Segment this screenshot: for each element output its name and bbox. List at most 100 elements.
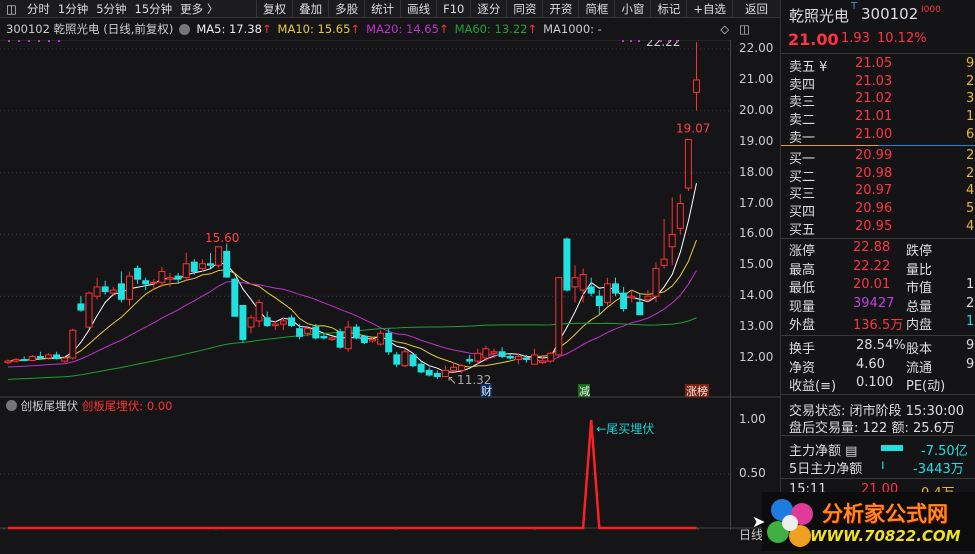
period-more[interactable]: 更多 〉 — [176, 1, 222, 17]
candle — [620, 292, 628, 310]
last-price: 21.00 — [788, 30, 839, 49]
price-tick: 20.00 — [739, 102, 774, 117]
kline-chart[interactable]: 22.2215.6019.07↖11.32财减涨榜←尾买埋伏2025年89101… — [0, 40, 780, 530]
candle — [636, 301, 644, 316]
five-day-flow-label: 5日主力净额 — [789, 462, 863, 477]
panel-icon[interactable]: ◫ — [739, 22, 750, 36]
divider — [781, 435, 975, 436]
bid-price: 20.95 — [855, 218, 893, 234]
diamond-icon[interactable]: ◇ — [720, 22, 729, 36]
per-minute-button[interactable]: 逐分 — [470, 0, 506, 18]
price-tick: 15.00 — [739, 257, 774, 272]
candle — [69, 329, 77, 359]
multi-stock-button[interactable]: 多股 — [328, 0, 364, 18]
ma60-label: MA60: 13.22↑ — [455, 22, 538, 36]
bid-row: 买二 20.98 26 — [781, 166, 975, 185]
bid-row: 买四 20.96 5 — [781, 201, 975, 220]
candle — [85, 292, 93, 328]
small-window-button[interactable]: 小窗 — [614, 0, 650, 18]
candle — [198, 263, 206, 269]
candle — [158, 270, 166, 283]
indicator-toggle-icon[interactable] — [6, 400, 17, 411]
same-capital-button[interactable]: 同资 — [506, 0, 542, 18]
ask-volume: 39 — [966, 91, 975, 107]
stat-row: 现量 39427 总量 26 — [781, 296, 975, 315]
price-row: 21.00 1.93 10.12% — [781, 30, 975, 50]
back-button[interactable]: 返回 — [732, 0, 780, 18]
settings-circle-icon[interactable] — [179, 23, 191, 35]
add-watchlist-button[interactable]: +自选 — [686, 0, 732, 18]
stat-row: 换手 28.54% 股本 9 — [781, 338, 975, 357]
stat-row: 最低 20.01 市值 1 — [781, 277, 975, 296]
bid-level: 买四 — [789, 205, 816, 221]
ask-volume: 64 — [966, 126, 975, 142]
bid-level: 买一 — [789, 152, 816, 167]
candle — [328, 337, 336, 340]
marker-dot — [668, 40, 670, 42]
peak-label: 15.60 — [205, 231, 239, 245]
stat-label: 净资 — [789, 360, 816, 376]
marker-dot — [676, 40, 678, 42]
candle — [393, 354, 401, 365]
marker-dot — [660, 40, 662, 42]
period-15min[interactable]: 15分钟 — [131, 1, 177, 17]
ma1000-label: MA1000: - — [543, 22, 602, 36]
stock-title: 300102 乾照光电 (日线,前复权) — [6, 22, 174, 36]
mark-button[interactable]: 标记 — [650, 0, 686, 18]
period-intraday[interactable]: 分时 — [23, 1, 54, 17]
ask-level: 卖三 — [789, 95, 816, 111]
open-capital-button[interactable]: 开资 — [542, 0, 578, 18]
price-pct: 10.12% — [877, 31, 927, 46]
price-tick: 19.00 — [739, 133, 774, 148]
ask-level: 卖一 — [789, 130, 816, 146]
stat-value: 136.5万 — [853, 318, 904, 334]
ask-price: 21.05 — [855, 56, 893, 71]
watermark-url: WWW.70822.COM — [810, 527, 961, 545]
up-arrow-icon: ↑ — [350, 22, 361, 36]
stat-value: 4.60 — [856, 356, 885, 372]
candle — [603, 283, 611, 303]
bid-row: 买一 20.99 23 — [781, 148, 975, 167]
simple-frame-button[interactable]: 简框 — [578, 0, 614, 18]
overlay-button[interactable]: 叠加 — [292, 0, 328, 18]
stat-value: 28.54% — [856, 338, 906, 353]
draw-button[interactable]: 画线 — [400, 0, 436, 18]
indicator-title: 创板尾埋伏 — [20, 399, 79, 413]
candle — [12, 359, 20, 362]
quote-panel: 乾照光电 T 300102 I000 21.00 1.93 10.12% 卖五 ¥21.05 9… — [780, 0, 975, 551]
stat-label: 总量 — [906, 299, 933, 315]
marker-dot — [58, 40, 60, 42]
ask-level: 卖四 — [789, 77, 816, 93]
divider — [781, 238, 975, 239]
restore-rights-button[interactable]: 复权 — [256, 0, 292, 18]
stat-label: 收益(≡) — [789, 379, 837, 395]
period-5min[interactable]: 5分钟 — [92, 1, 130, 17]
candle — [101, 286, 109, 293]
candle — [336, 331, 344, 348]
stat-label: 跌停 — [906, 244, 933, 259]
ask-level: 卖二 — [789, 113, 816, 129]
candle — [506, 355, 514, 359]
after-hours-row: 盘后交易量: 122 额: 25.6万 — [781, 417, 975, 436]
stat-value: 22.22 — [853, 258, 891, 274]
panel-toggle-icon[interactable]: ◫ — [0, 0, 23, 18]
indicator-tick: 1.00 — [739, 412, 766, 426]
ma10-line — [7, 239, 697, 368]
candle — [231, 278, 239, 317]
flow-bar — [881, 445, 903, 451]
ma-legend: 300102 乾照光电 (日线,前复权) MA5: 17.38↑ MA10: 1… — [0, 19, 780, 39]
stat-row: 最高 22.22 量比 — [781, 259, 975, 278]
period-1min[interactable]: 1分钟 — [54, 1, 92, 17]
ma5-label: MA5: 17.38↑ — [196, 22, 271, 36]
event-tag-label: 减 — [579, 385, 590, 398]
price-change: 1.93 — [841, 31, 870, 46]
price-tick: 21.00 — [739, 71, 774, 86]
high-label: 22.22 — [646, 40, 680, 49]
up-arrow-icon: ↑ — [438, 22, 449, 36]
f10-button[interactable]: F10 — [436, 0, 470, 18]
statistics-button[interactable]: 统计 — [364, 0, 400, 18]
candle — [571, 277, 579, 288]
price-axis: 22.00 21.00 20.00 19.00 18.00 17.00 16.00 15.00… — [730, 40, 780, 542]
candle — [466, 359, 474, 362]
bid-level: 买三 — [789, 187, 816, 203]
